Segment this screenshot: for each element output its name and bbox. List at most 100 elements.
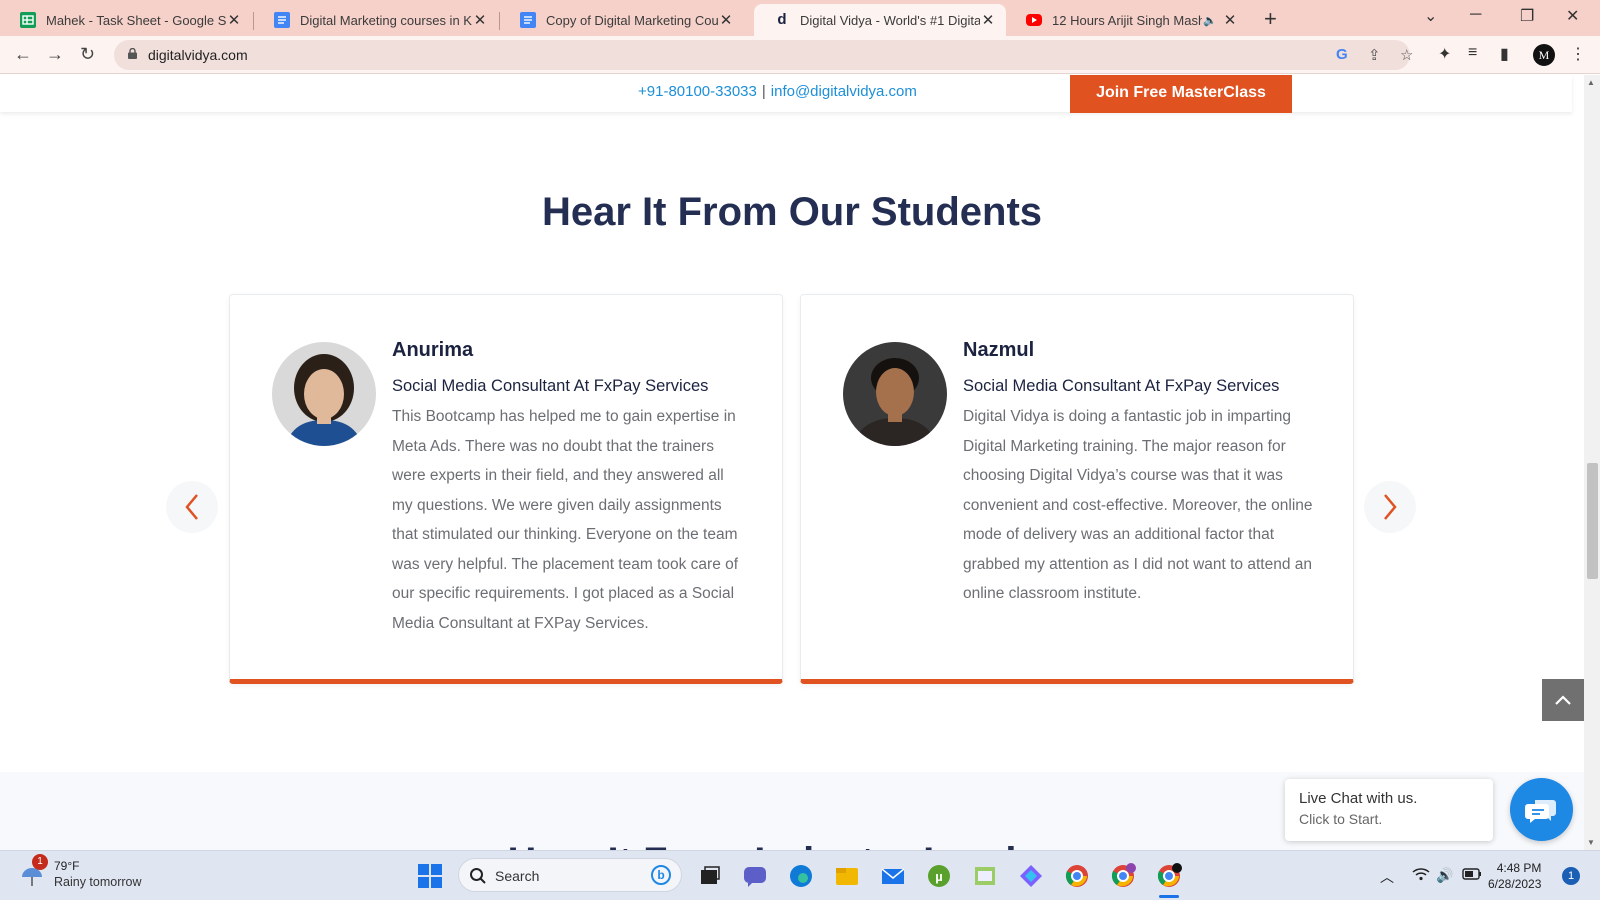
close-tab-icon[interactable]: ✕: [472, 11, 488, 29]
back-icon[interactable]: ←: [14, 44, 32, 65]
chrome-profile-active-icon[interactable]: [1156, 863, 1182, 889]
google-docs-icon: [520, 12, 536, 28]
chevron-up-icon: [1555, 695, 1571, 705]
carousel-prev-button[interactable]: [166, 481, 218, 533]
chat-line-2: Click to Start.: [1299, 811, 1383, 827]
close-tab-icon[interactable]: ✕: [1222, 11, 1238, 29]
scroll-up-arrow[interactable]: ▲: [1587, 78, 1595, 87]
testimonial-card: Nazmul Social Media Consultant At FxPay …: [800, 294, 1354, 684]
tab-digital-vidya[interactable]: d Digital Vidya - World's #1 Digital ✕: [754, 4, 1006, 36]
back-to-top-button[interactable]: [1542, 679, 1584, 721]
bookmark-star-icon[interactable]: ☆: [1400, 46, 1413, 64]
battery-icon[interactable]: [1462, 867, 1482, 883]
live-chat-prompt[interactable]: Live Chat with us. Click to Start.: [1285, 779, 1493, 841]
bing-icon: b: [651, 865, 671, 885]
tab-search-icon[interactable]: ⌄: [1424, 6, 1437, 26]
side-panel-icon[interactable]: ▮: [1500, 44, 1509, 64]
utorrent-icon[interactable]: µ: [926, 863, 952, 889]
scrollbar-thumb[interactable]: [1587, 463, 1598, 579]
close-tab-icon[interactable]: ✕: [980, 11, 996, 29]
join-masterclass-button[interactable]: Join Free MasterClass: [1070, 75, 1292, 113]
carousel-next-button[interactable]: [1364, 481, 1416, 533]
chat-line-1: Live Chat with us.: [1299, 790, 1418, 807]
tab-title: 12 Hours Arijit Singh Mashup: [1052, 12, 1202, 28]
new-tab-icon[interactable]: +: [1264, 6, 1277, 32]
wifi-icon[interactable]: [1412, 867, 1430, 884]
chrome-profile-m-icon[interactable]: [1110, 863, 1136, 889]
search-label: Search: [495, 868, 540, 884]
media-control-icon[interactable]: ≡: [1468, 44, 1477, 62]
show-hidden-icons-icon[interactable]: ︿: [1380, 867, 1394, 887]
tab-title: Copy of Digital Marketing Course: [546, 12, 718, 28]
task-view-icon[interactable]: [697, 863, 723, 889]
system-clock[interactable]: 4:48 PM 6/28/2023: [1488, 860, 1541, 892]
reload-icon[interactable]: ↻: [80, 44, 95, 65]
phone-link[interactable]: +91-80100-33033: [638, 83, 757, 100]
menu-icon[interactable]: ⋮: [1570, 44, 1586, 64]
sticky-header: +91-80100-33033 | info@digitalvidya.com Jo…: [0, 75, 1572, 113]
profile-avatar[interactable]: M: [1533, 44, 1555, 66]
close-tab-icon[interactable]: ✕: [226, 11, 242, 29]
notepad-app-icon[interactable]: [972, 863, 998, 889]
url-text[interactable]: digitalvidya.com: [148, 47, 248, 63]
notification-badge[interactable]: 1: [1562, 867, 1580, 885]
testimonial-quote: This Bootcamp has helped me to gain expe…: [392, 408, 739, 632]
youtube-icon: [1026, 14, 1042, 26]
teams-chat-icon[interactable]: [742, 863, 768, 889]
edge-icon[interactable]: [788, 863, 814, 889]
extensions-icon[interactable]: ✦: [1438, 44, 1451, 64]
taskbar: 1 79°F Rainy tomorrow Search b µ ︿ 🔊 4:4…: [0, 850, 1600, 900]
address-bar-row: ← → ↻ digitalvidya.com G ⇪ ☆ ✦ ≡ ▮ M ⋮: [0, 36, 1600, 74]
copilot-icon[interactable]: [1018, 863, 1044, 889]
google-lens-icon[interactable]: G: [1336, 46, 1348, 63]
chat-icon: [1524, 799, 1556, 823]
student-name: Anurima: [392, 339, 474, 361]
clock-date: 6/28/2023: [1488, 877, 1542, 891]
email-link[interactable]: info@digitalvidya.com: [771, 83, 917, 100]
clock-time: 4:48 PM: [1496, 861, 1542, 875]
tab-bar: Mahek - Task Sheet - Google She ✕ Digita…: [0, 0, 1600, 36]
close-tab-icon[interactable]: ✕: [718, 11, 734, 29]
taskbar-search[interactable]: Search b: [458, 858, 682, 892]
tab-title: Mahek - Task Sheet - Google She: [46, 12, 226, 28]
search-icon: [470, 868, 486, 884]
tab-google-sheets[interactable]: Mahek - Task Sheet - Google She ✕: [0, 4, 252, 36]
volume-icon[interactable]: 🔊: [1436, 867, 1453, 884]
omnibox[interactable]: digitalvidya.com G ⇪ ☆: [114, 40, 1413, 70]
next-section-title: Hear It From Industry Leaders: [0, 840, 1584, 850]
weather-temp: 79°F: [54, 859, 80, 873]
tab-docs-kota[interactable]: Digital Marketing courses in Kota ✕: [254, 4, 498, 36]
tab-title: Digital Vidya - World's #1 Digital: [800, 12, 980, 28]
windows-start-icon[interactable]: [417, 863, 443, 889]
live-chat-button[interactable]: [1510, 778, 1573, 841]
scroll-down-arrow[interactable]: ▼: [1587, 838, 1595, 847]
student-name: Nazmul: [963, 339, 1035, 361]
google-sheets-icon: [20, 12, 36, 28]
share-icon[interactable]: ⇪: [1368, 46, 1381, 64]
tab-youtube[interactable]: 12 Hours Arijit Singh Mashup 🔈 ✕: [1006, 4, 1248, 36]
contact-info: +91-80100-33033 | info@digitalvidya.com: [638, 83, 917, 100]
tab-docs-copy[interactable]: Copy of Digital Marketing Course ✕: [500, 4, 744, 36]
student-role: Social Media Consultant At FxPay Service…: [963, 377, 1280, 395]
contact-separator: |: [761, 83, 766, 100]
student-role: Social Media Consultant At FxPay Service…: [392, 377, 709, 395]
tab-title: Digital Marketing courses in Kota: [300, 12, 472, 28]
active-app-indicator: [1159, 895, 1179, 898]
section-title: Hear It From Our Students: [541, 190, 1043, 234]
file-explorer-icon[interactable]: [834, 863, 860, 889]
student-photo-anurima: [272, 342, 376, 446]
lock-icon: [128, 48, 137, 59]
chrome-icon[interactable]: [1064, 863, 1090, 889]
chevron-left-icon: [185, 494, 198, 520]
close-window-icon[interactable]: ✕: [1566, 6, 1579, 26]
svg-text:µ: µ: [935, 869, 943, 884]
testimonial-quote: Digital Vidya is doing a fantastic job i…: [963, 408, 1313, 602]
chevron-right-icon: [1384, 494, 1397, 520]
testimonial-card: Anurima Social Media Consultant At FxPay…: [229, 294, 783, 684]
mail-icon[interactable]: [880, 863, 906, 889]
minimize-icon[interactable]: ─: [1470, 6, 1481, 24]
forward-icon[interactable]: →: [46, 44, 64, 65]
restore-icon[interactable]: ❐: [1520, 6, 1534, 26]
weather-alert-badge: 1: [32, 854, 48, 870]
speaker-icon[interactable]: 🔈: [1202, 14, 1218, 27]
